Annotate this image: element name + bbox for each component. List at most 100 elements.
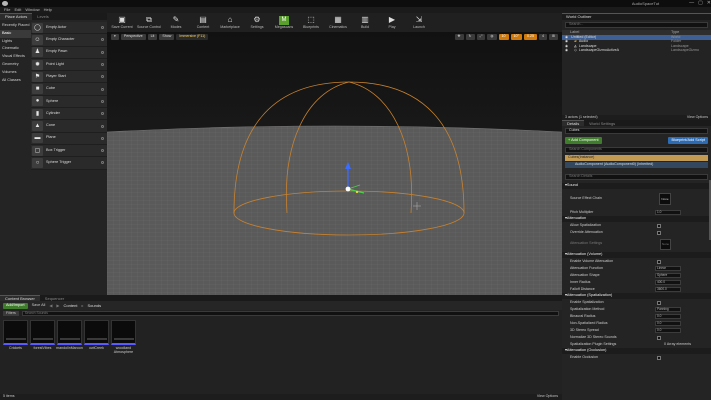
property-value[interactable]: Linear <box>655 266 681 271</box>
build-button[interactable]: ▥ Build <box>353 13 377 32</box>
column-label[interactable]: Label <box>570 30 579 35</box>
category-all-classes[interactable]: All Classes <box>0 77 31 85</box>
tab-content-browser[interactable]: Content Browser <box>0 295 40 301</box>
viewport-options-button[interactable]: ▾ <box>111 33 119 40</box>
checkbox[interactable] <box>657 223 661 228</box>
show-button[interactable]: Show <box>159 33 175 40</box>
asset-tile[interactable]: forestVibes <box>30 320 55 358</box>
maximize-icon[interactable]: ▢ <box>698 1 703 6</box>
megascans-button[interactable]: M Megascans <box>272 13 296 32</box>
property-value[interactable]: 3600.0 <box>655 287 681 292</box>
category-lights[interactable]: Lights <box>0 38 31 46</box>
property-value[interactable]: 0.0 <box>655 314 681 319</box>
play-button[interactable]: ▶ Play <box>380 13 404 32</box>
list-item[interactable]: ▢ Box Trigger <box>31 144 107 158</box>
camera-speed-value[interactable]: 4 <box>538 33 547 40</box>
rotate-tool-icon[interactable]: ↻ <box>465 33 475 40</box>
level-viewport[interactable]: ▾ Perspective Lit Show Immersive (F11) ✥… <box>107 32 562 295</box>
lit-button[interactable]: Lit <box>147 33 158 40</box>
filters-button[interactable]: Filters <box>3 311 19 316</box>
tab-levels[interactable]: Levels <box>32 13 54 20</box>
add-component-button[interactable]: + Add Component <box>565 137 602 144</box>
column-type[interactable]: Type <box>671 30 711 35</box>
asset-tile[interactable]: woodland Atmosphere <box>111 320 136 358</box>
component-child[interactable]: AudioComponent (AudioComponent0) (Inheri… <box>565 162 708 168</box>
outliner-search-input[interactable]: Search... <box>565 22 708 28</box>
checkbox[interactable] <box>657 300 661 305</box>
list-item[interactable]: ☺ Empty Character <box>31 34 107 47</box>
path-sounds[interactable]: Sounds <box>88 303 102 308</box>
list-item[interactable]: ▮ Cylinder <box>31 108 107 121</box>
minimize-icon[interactable]: — <box>689 1 694 6</box>
asset-thumbnail[interactable]: None <box>659 193 671 205</box>
save-all-button[interactable]: Save All <box>32 303 46 308</box>
maximize-viewport-icon[interactable]: ⊞ <box>548 33 558 40</box>
checkbox[interactable] <box>657 230 661 235</box>
settings-button[interactable]: ⚙ Settings <box>245 13 269 32</box>
property-value[interactable]: 400.0 <box>655 280 681 285</box>
eye-icon[interactable]: ◉ <box>565 49 568 53</box>
close-icon[interactable]: ✕ <box>707 1 711 6</box>
forward-icon[interactable]: ▶ <box>56 303 59 308</box>
property-value[interactable]: Sphere <box>655 273 681 278</box>
scale-tool-icon[interactable]: ⤢ <box>476 33 486 40</box>
category-cinematic[interactable]: Cinematic <box>0 45 31 53</box>
marketplace-button[interactable]: ⌂ Marketplace <box>218 13 242 32</box>
category-volumes[interactable]: Volumes <box>0 69 31 77</box>
asset-tile[interactable]: mandolinMaroon <box>56 320 83 358</box>
blueprints-button[interactable]: ⬚ Blueprints <box>299 13 323 32</box>
translate-tool-icon[interactable]: ✥ <box>454 33 464 40</box>
checkbox[interactable] <box>657 335 661 340</box>
list-item[interactable]: ○ Sphere Trigger <box>31 157 107 170</box>
actor-name-field[interactable]: Cubes <box>565 128 708 134</box>
perspective-button[interactable]: Perspective <box>120 33 146 40</box>
tab-sequencer[interactable]: Sequencer <box>39 295 70 301</box>
tab-world-settings[interactable]: World Settings <box>584 120 621 126</box>
rotation-snap-value[interactable]: 10° <box>510 33 522 40</box>
asset-tile[interactable]: owlCreek <box>84 320 109 358</box>
property-value[interactable]: 0.0 <box>655 321 681 326</box>
add-import-button[interactable]: Add/Import <box>3 302 28 309</box>
world-space-icon[interactable]: ◍ <box>487 33 497 40</box>
menu-window[interactable]: Window <box>25 8 39 12</box>
component-root[interactable]: Cubes(Instance) <box>565 155 708 161</box>
modes-button[interactable]: ✎ Modes <box>164 13 188 32</box>
content-view-options[interactable]: View Options <box>537 395 558 399</box>
menu-edit[interactable]: Edit <box>14 8 21 12</box>
tab-place-actors[interactable]: Place Actors <box>0 13 33 20</box>
menu-file[interactable]: File <box>4 8 10 12</box>
grid-snap-value[interactable]: 10 <box>498 33 509 40</box>
tab-details[interactable]: Details <box>562 120 585 126</box>
blueprint-script-button[interactable]: Blueprint/Add Script <box>668 137 708 144</box>
list-item[interactable]: ▲ Cone <box>31 120 107 133</box>
list-item[interactable]: ♟ Empty Pawn <box>31 46 107 59</box>
launch-button[interactable]: ⇲ Launch <box>407 13 431 32</box>
cinematics-button[interactable]: ▦ Cinematics <box>326 13 350 32</box>
list-item[interactable]: ▬ Plane <box>31 132 107 145</box>
property-value[interactable]: 1.0 <box>655 210 681 215</box>
back-icon[interactable]: ◀ <box>49 303 52 308</box>
list-item[interactable]: ✹ Point Light <box>31 58 107 72</box>
content-button[interactable]: ▤ Content <box>191 13 215 32</box>
category-visual-effects[interactable]: Visual Effects <box>0 53 31 61</box>
checkbox[interactable] <box>657 355 661 360</box>
outliner-row[interactable]: ◉ ◇ LandscapeGizmoActiveA LandscapeGizmo <box>562 49 711 54</box>
menu-help[interactable]: Help <box>44 8 52 12</box>
outliner-tab[interactable]: World Outliner <box>562 13 711 20</box>
save-current-button[interactable]: ▣ Save Current <box>110 13 134 32</box>
category-geometry[interactable]: Geometry <box>0 61 31 69</box>
category-basic[interactable]: Basic <box>0 29 31 38</box>
outliner-view-options[interactable]: View Options <box>687 115 708 120</box>
path-content[interactable]: Content <box>63 303 77 308</box>
property-value[interactable]: Panning <box>655 307 681 312</box>
component-search-input[interactable]: Search Components <box>565 147 708 153</box>
list-item[interactable]: ◯ Empty Actor <box>31 22 107 35</box>
details-search-input[interactable]: Search Details <box>565 174 708 180</box>
content-search-input[interactable]: Search Sounds <box>21 311 559 316</box>
checkbox[interactable] <box>657 259 661 264</box>
property-value[interactable]: 0.0 <box>655 328 681 333</box>
category-recently-placed[interactable]: Recently Placed <box>0 22 31 30</box>
asset-tile[interactable]: Crickets <box>3 320 28 358</box>
asset-thumbnail[interactable]: None <box>660 238 671 250</box>
list-item[interactable]: ■ Cube <box>31 83 107 96</box>
